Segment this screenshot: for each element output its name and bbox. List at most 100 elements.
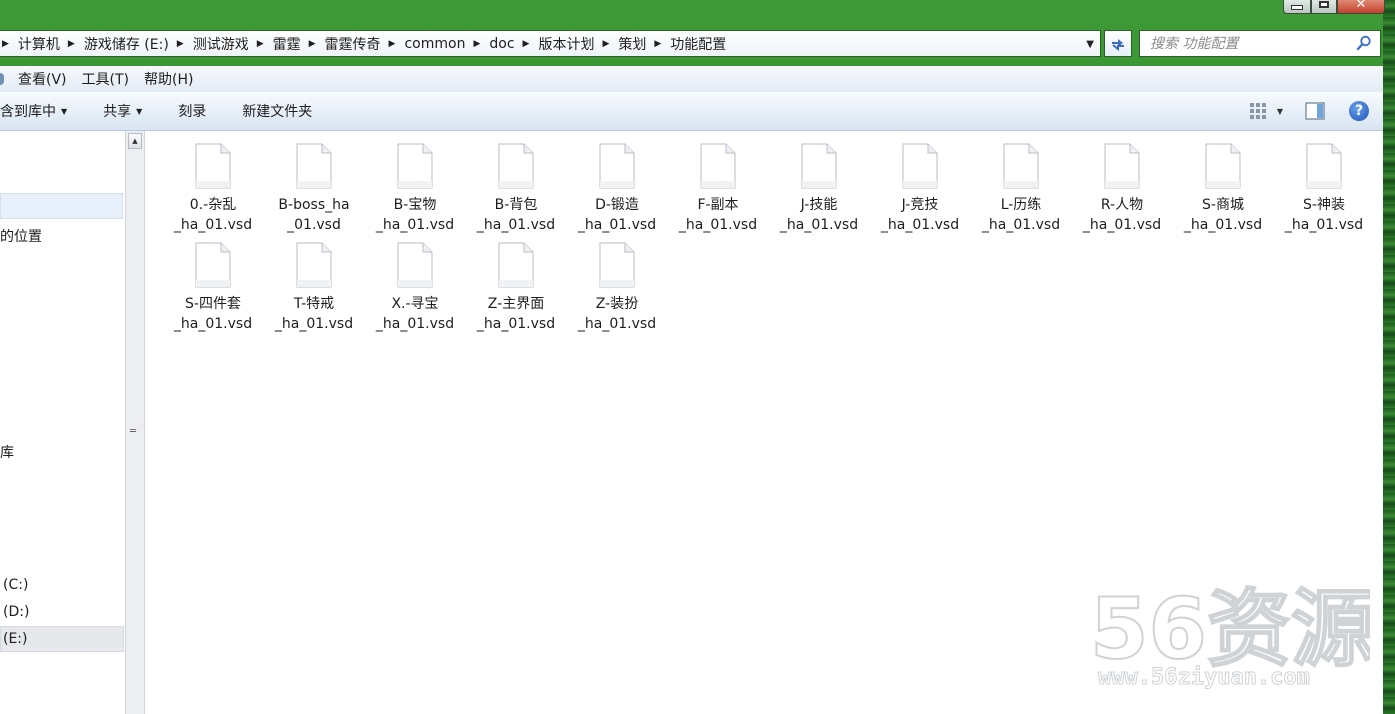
breadcrumb-item[interactable]: 游戏储存 (E:) bbox=[77, 31, 175, 56]
breadcrumb-item[interactable]: doc bbox=[482, 31, 520, 56]
file-name-line2: _ha_01.vsd bbox=[173, 316, 253, 332]
splitter-grip-icon[interactable]: ═ bbox=[130, 427, 136, 437]
document-icon bbox=[801, 143, 837, 189]
file-item[interactable]: L-历练 _ha_01.vsd bbox=[973, 131, 1069, 233]
file-name-line1: T-特戒 bbox=[293, 296, 335, 312]
file-item[interactable]: F-副本 _ha_01.vsd bbox=[670, 131, 766, 233]
file-name: F-副本 _ha_01.vsd bbox=[670, 195, 766, 235]
file-name: Z-主界面 _ha_01.vsd bbox=[468, 294, 564, 334]
nav-selected-item[interactable] bbox=[0, 193, 123, 219]
file-item[interactable]: X.-寻宝 _ha_01.vsd bbox=[367, 230, 463, 332]
maximize-icon bbox=[1319, 1, 1329, 8]
document-icon bbox=[498, 143, 534, 189]
preview-pane-icon[interactable] bbox=[1305, 102, 1325, 120]
file-name: Z-装扮 _ha_01.vsd bbox=[569, 294, 665, 334]
breadcrumb-item[interactable]: 计算机 bbox=[11, 31, 66, 56]
include-in-library-button[interactable]: 含到库中 ▼ bbox=[0, 92, 85, 130]
breadcrumb-separator-icon[interactable]: ▶ bbox=[175, 39, 186, 49]
file-name-line1: 0.-杂乱 bbox=[189, 197, 237, 213]
address-bar[interactable]: ▶ 计算机 ▶ 游戏储存 (E:) ▶ 测试游戏 ▶ 雷霆 ▶ 雷霆传奇 ▶ common ▶ doc ▶ 版… bbox=[0, 30, 1101, 57]
search-box[interactable] bbox=[1139, 30, 1381, 57]
nav-recent-places[interactable]: 的位置 bbox=[0, 226, 42, 246]
maximize-button[interactable] bbox=[1311, 0, 1337, 14]
nav-drive-c[interactable]: (C:) bbox=[3, 577, 28, 593]
burn-button[interactable]: 刻录 bbox=[160, 92, 224, 130]
share-button[interactable]: 共享 ▼ bbox=[85, 92, 160, 130]
minimize-button[interactable] bbox=[1283, 0, 1311, 14]
breadcrumb-separator-icon[interactable]: ▶ bbox=[600, 39, 611, 49]
file-item[interactable]: T-特戒 _ha_01.vsd bbox=[266, 230, 362, 332]
nav-libraries[interactable]: 库 bbox=[0, 442, 14, 462]
document-icon bbox=[397, 143, 433, 189]
document-icon bbox=[1104, 143, 1140, 189]
file-item[interactable]: S-神装 _ha_01.vsd bbox=[1276, 131, 1372, 233]
menu-tools[interactable]: 工具(T) bbox=[82, 69, 138, 89]
nav-scrollbar[interactable]: ▲ ═ bbox=[125, 131, 145, 714]
burn-label: 刻录 bbox=[178, 104, 207, 120]
breadcrumb-separator-icon[interactable]: ▶ bbox=[652, 39, 663, 49]
file-item[interactable]: J-技能 _ha_01.vsd bbox=[771, 131, 867, 233]
scroll-up-button[interactable]: ▲ bbox=[128, 133, 142, 149]
file-name-line2: _ha_01.vsd bbox=[678, 217, 758, 233]
breadcrumb-item[interactable]: 雷霆传奇 bbox=[318, 31, 387, 56]
document-icon bbox=[599, 143, 635, 189]
file-item[interactable]: S-四件套 _ha_01.vsd bbox=[165, 230, 261, 332]
file-name: R-人物 _ha_01.vsd bbox=[1074, 195, 1170, 235]
file-name-line2: _ha_01.vsd bbox=[274, 316, 354, 332]
nav-drive-e[interactable]: (E:) bbox=[3, 631, 28, 647]
file-item[interactable]: J-竞技 _ha_01.vsd bbox=[872, 131, 968, 233]
file-name-line2: _ha_01.vsd bbox=[779, 217, 859, 233]
breadcrumb-separator-icon[interactable]: ▶ bbox=[471, 39, 482, 49]
file-item[interactable]: B-boss_ha _01.vsd bbox=[266, 131, 362, 233]
file-name-line1: F-副本 bbox=[697, 197, 739, 213]
window-caption-buttons: ✕ bbox=[1283, 0, 1385, 16]
breadcrumb-item[interactable]: 测试游戏 bbox=[186, 31, 255, 56]
file-item[interactable]: B-宝物 _ha_01.vsd bbox=[367, 131, 463, 233]
close-icon: ✕ bbox=[1355, 0, 1367, 12]
file-name-line1: B-宝物 bbox=[393, 197, 437, 213]
file-name: B-boss_ha _01.vsd bbox=[266, 195, 362, 235]
file-name-line1: L-历练 bbox=[1000, 197, 1042, 213]
document-icon bbox=[195, 242, 231, 288]
nav-drive-d[interactable]: (D:) bbox=[3, 604, 29, 620]
file-item[interactable]: Z-装扮 _ha_01.vsd bbox=[569, 230, 665, 332]
address-dropdown-icon[interactable]: ▼ bbox=[1086, 39, 1094, 50]
refresh-button[interactable] bbox=[1104, 30, 1132, 57]
file-name-line2: _ha_01.vsd bbox=[1183, 217, 1263, 233]
breadcrumb-item[interactable]: common bbox=[397, 31, 471, 56]
menu-edge-icon bbox=[0, 73, 4, 85]
view-dropdown-icon[interactable]: ▼ bbox=[1277, 107, 1283, 116]
document-icon bbox=[700, 143, 736, 189]
breadcrumb-item[interactable]: 雷霆 bbox=[266, 31, 307, 56]
breadcrumb-separator-icon[interactable]: ▶ bbox=[387, 39, 398, 49]
breadcrumb-item[interactable]: 策划 bbox=[611, 31, 652, 56]
watermark-logo: 56资源 www.56ziyuan.com bbox=[1090, 579, 1370, 690]
file-item[interactable]: R-人物 _ha_01.vsd bbox=[1074, 131, 1170, 233]
file-name-line1: J-技能 bbox=[800, 197, 838, 213]
breadcrumb-item[interactable]: 功能配置 bbox=[663, 31, 732, 56]
breadcrumb-separator-icon[interactable]: ▶ bbox=[66, 39, 77, 49]
file-item[interactable]: D-锻造 _ha_01.vsd bbox=[569, 131, 665, 233]
help-icon[interactable]: ? bbox=[1349, 101, 1369, 121]
breadcrumb-separator-icon[interactable]: ▶ bbox=[0, 39, 11, 49]
menu-help[interactable]: 帮助(H) bbox=[144, 69, 202, 89]
view-options-icon[interactable] bbox=[1249, 102, 1267, 120]
document-icon bbox=[498, 242, 534, 288]
chevron-down-icon: ▼ bbox=[136, 106, 143, 116]
file-item[interactable]: 0.-杂乱 _ha_01.vsd bbox=[165, 131, 261, 233]
breadcrumb-item[interactable]: 版本计划 bbox=[531, 31, 600, 56]
breadcrumb-separator-icon[interactable]: ▶ bbox=[307, 39, 318, 49]
search-input[interactable] bbox=[1148, 34, 1352, 53]
breadcrumb-separator-icon[interactable]: ▶ bbox=[521, 39, 532, 49]
close-button[interactable]: ✕ bbox=[1337, 0, 1385, 14]
file-item[interactable]: S-商城 _ha_01.vsd bbox=[1175, 131, 1271, 233]
file-item[interactable]: Z-主界面 _ha_01.vsd bbox=[468, 230, 564, 332]
file-item[interactable]: B-背包 _ha_01.vsd bbox=[468, 131, 564, 233]
file-name-line1: B-boss_ha bbox=[278, 197, 350, 213]
chevron-down-icon: ▼ bbox=[61, 106, 68, 116]
search-icon[interactable] bbox=[1356, 35, 1372, 51]
breadcrumb-separator-icon[interactable]: ▶ bbox=[255, 39, 266, 49]
file-name-line1: Z-主界面 bbox=[487, 296, 545, 312]
menu-view[interactable]: 查看(V) bbox=[18, 69, 76, 89]
new-folder-button[interactable]: 新建文件夹 bbox=[224, 92, 330, 130]
